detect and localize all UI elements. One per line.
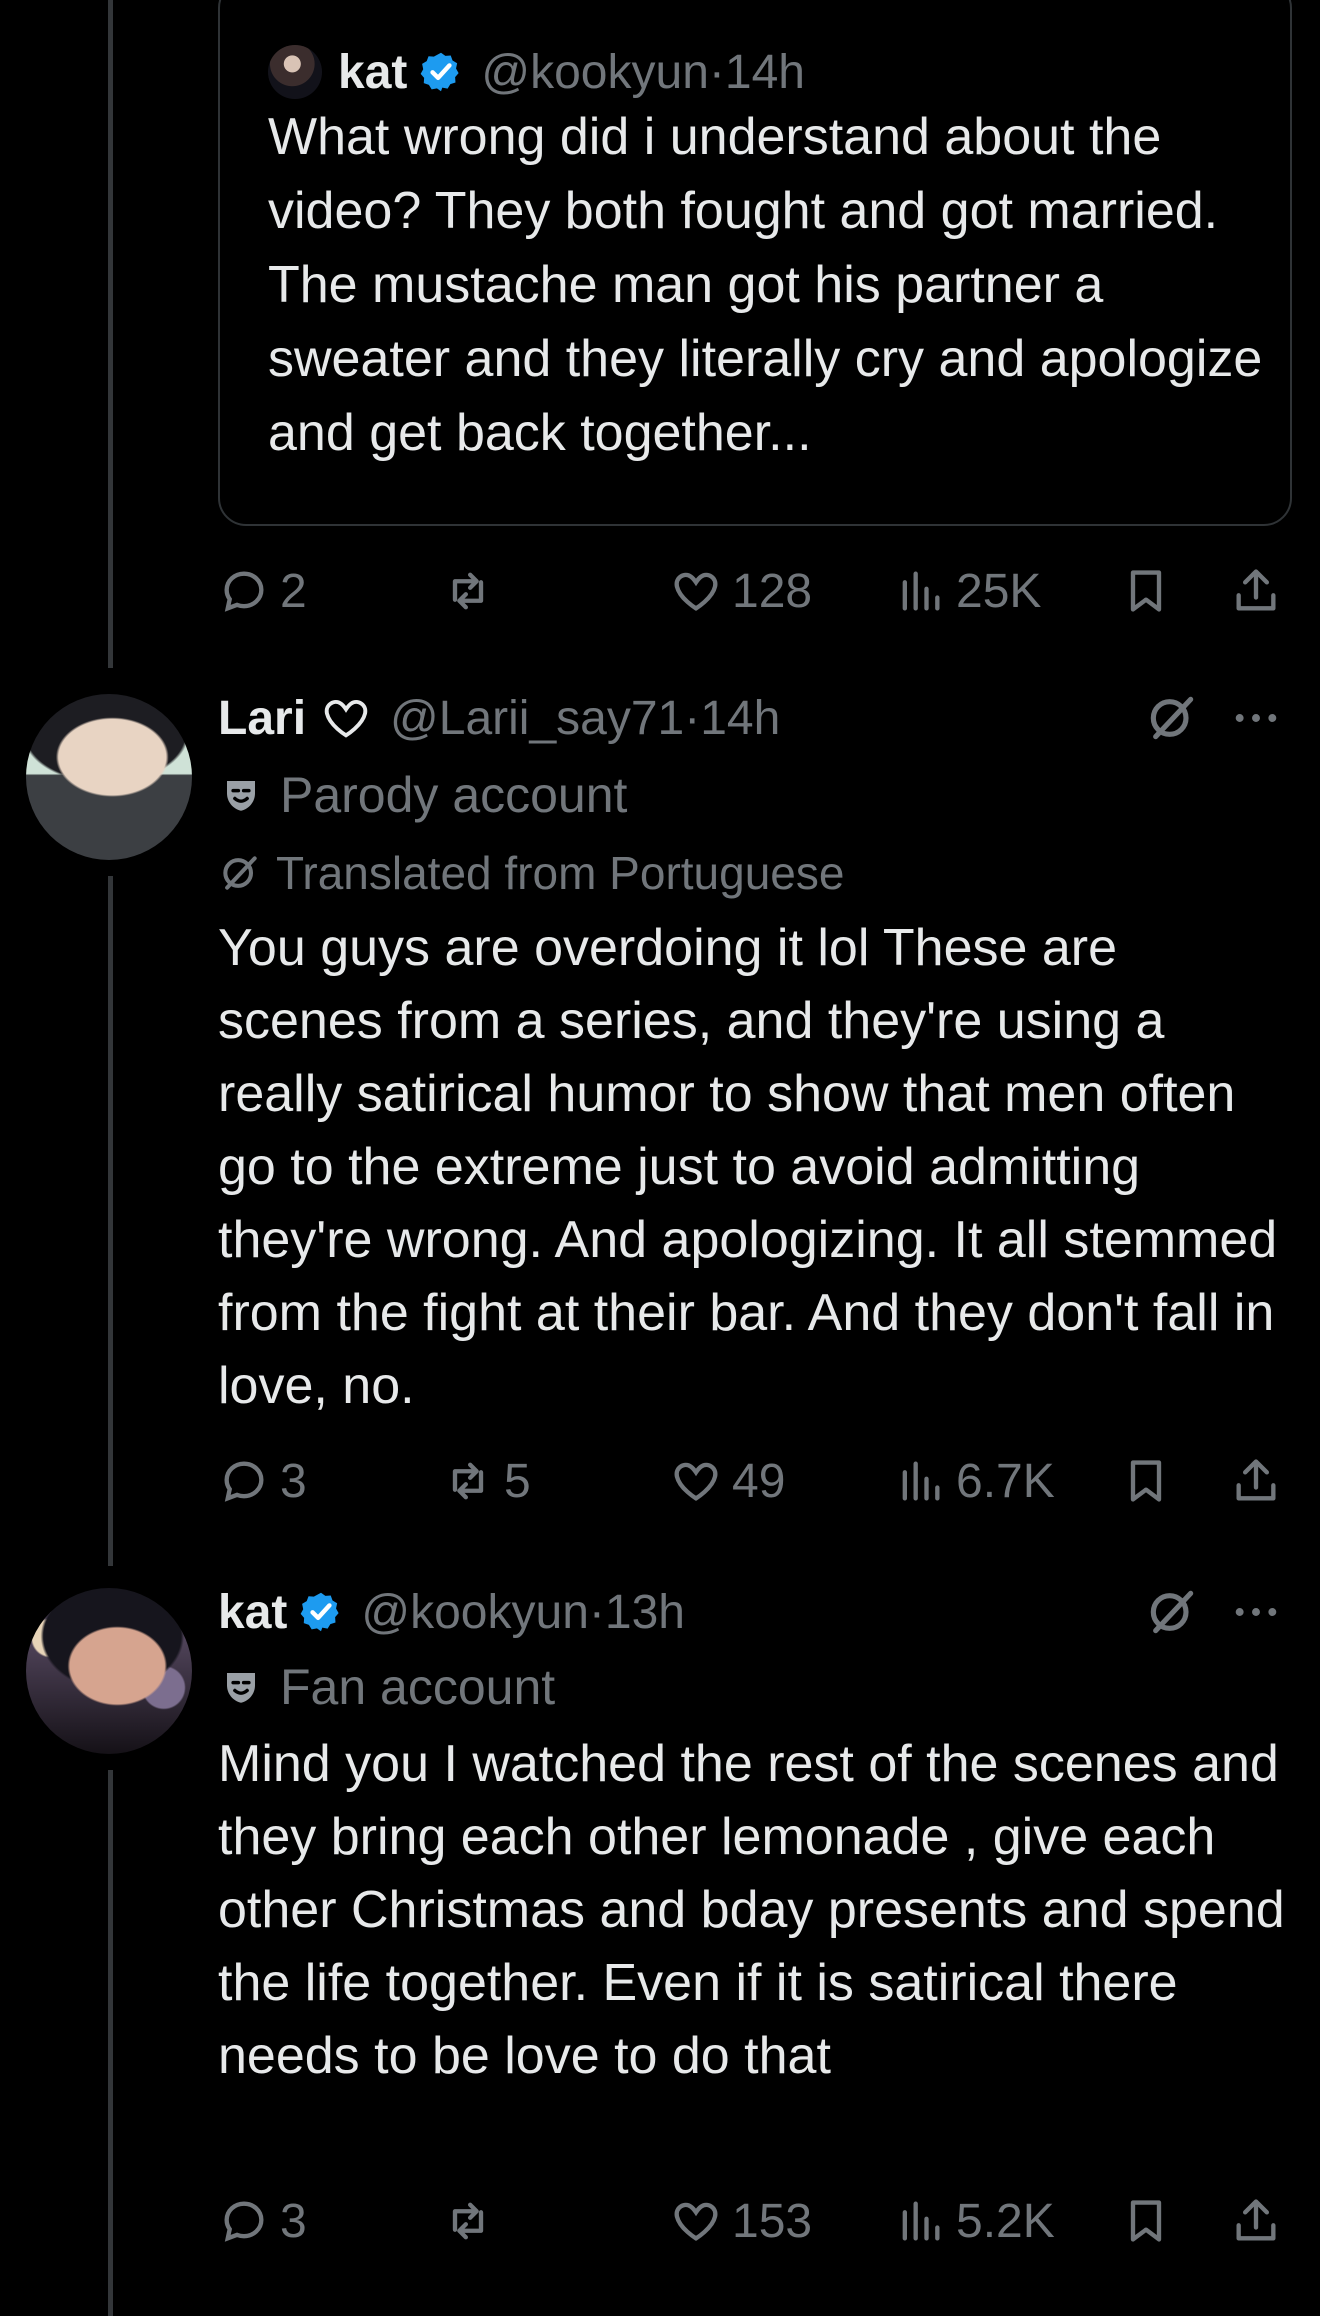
repost-button[interactable]	[442, 2186, 494, 2256]
fan-account-label: Fan account	[280, 1659, 556, 1715]
mask-icon	[227, 781, 255, 811]
quoted-post-separator: ·	[708, 45, 725, 99]
views-icon	[902, 571, 940, 611]
reply-2-actions: 3 153 5.2K	[218, 2186, 1292, 2256]
reply-1-time[interactable]: 14h	[700, 691, 780, 746]
quoted-author-avatar[interactable]	[268, 45, 322, 99]
reply-button[interactable]: 3	[218, 2186, 307, 2256]
share-icon	[1236, 569, 1276, 611]
reply-2-account-label: Fan account	[220, 1656, 555, 1718]
share-icon	[1236, 1459, 1276, 1501]
quoted-post-time[interactable]: 14h	[725, 45, 805, 100]
thread-line-top	[108, 0, 113, 668]
reply-button[interactable]: 3	[218, 1446, 307, 1516]
repost-icon	[452, 1462, 484, 1500]
like-count: 49	[732, 1454, 786, 1508]
more-icon[interactable]	[1228, 1584, 1284, 1640]
reply-1-account-label: Parody account	[220, 764, 627, 826]
mask-icon	[227, 1673, 255, 1703]
reply-count: 3	[280, 2194, 307, 2248]
quoted-post-card[interactable]: kat @kookyun · 14h What wrong did i unde…	[218, 0, 1292, 526]
like-count: 153	[732, 2194, 813, 2248]
reply-1-header: Lari @Larii_say71 · 14h	[218, 686, 780, 750]
repost-icon	[452, 572, 484, 610]
more-icon[interactable]	[1228, 690, 1284, 746]
thread-line-bottom	[108, 1770, 113, 2316]
reply-1-author-name[interactable]: Lari	[218, 691, 306, 746]
reply-1-translation-note[interactable]: Translated from Portuguese	[218, 842, 844, 904]
verified-badge-icon	[421, 52, 459, 92]
share-button[interactable]	[1230, 556, 1282, 626]
avatar-kat[interactable]	[26, 1588, 192, 1754]
like-icon	[674, 1462, 718, 1501]
bookmark-button[interactable]	[1120, 1446, 1172, 1516]
reply-count: 3	[280, 1454, 307, 1508]
quoted-post-actions: 2 128 25K	[218, 556, 1292, 626]
reply-icon	[224, 2201, 264, 2242]
quoted-author-handle[interactable]: @kookyun	[481, 45, 709, 100]
reply-icon	[224, 571, 264, 612]
reply-2-time[interactable]: 13h	[605, 1585, 685, 1640]
bookmark-icon	[1130, 1460, 1162, 1502]
avatar-lari[interactable]	[26, 694, 192, 860]
quoted-post-text: What wrong did i understand about the vi…	[268, 108, 1263, 462]
views-button[interactable]: 6.7K	[894, 1446, 1055, 1516]
bookmark-button[interactable]	[1120, 2186, 1172, 2256]
reply-icon	[224, 1461, 264, 1502]
reply-2-text: Mind you I watched the rest of the scene…	[218, 1735, 1285, 2085]
reply-2-header: kat @kookyun · 13h	[218, 1580, 685, 1644]
grok-icon[interactable]	[1144, 1584, 1200, 1640]
views-button[interactable]: 25K	[894, 556, 1041, 626]
views-icon	[902, 1461, 940, 1501]
reply-1-author-handle[interactable]: @Larii_say71	[390, 691, 684, 746]
like-button[interactable]: 49	[670, 1446, 785, 1516]
views-button[interactable]: 5.2K	[894, 2186, 1055, 2256]
like-button[interactable]: 128	[670, 556, 812, 626]
repost-icon	[452, 2202, 484, 2240]
parody-account-label: Parody account	[280, 767, 628, 823]
reply-2-author-handle[interactable]: @kookyun	[361, 1585, 589, 1640]
share-icon	[1236, 2199, 1276, 2241]
reply-1-separator: ·	[684, 691, 701, 745]
quoted-post-header: kat @kookyun · 14h	[268, 44, 805, 100]
verified-badge-icon	[301, 1592, 339, 1632]
heart-emoji-icon	[324, 700, 368, 738]
translated-label: Translated from Portuguese	[276, 847, 845, 899]
reply-1-actions: 3 5 49 6.7K	[218, 1446, 1292, 1516]
reply-1-top-actions	[1144, 690, 1284, 746]
bookmark-icon	[1130, 2200, 1162, 2242]
views-count: 6.7K	[956, 1454, 1055, 1508]
like-icon	[674, 572, 718, 611]
reply-count: 2	[280, 564, 307, 618]
repost-button[interactable]: 5	[442, 1446, 531, 1516]
repost-button[interactable]	[442, 556, 494, 626]
reply-2-author-name[interactable]: kat	[218, 1585, 287, 1640]
grok-icon[interactable]	[1144, 690, 1200, 746]
like-button[interactable]: 153	[670, 2186, 812, 2256]
quoted-author-name[interactable]: kat	[338, 45, 407, 100]
share-button[interactable]	[1230, 1446, 1282, 1516]
translate-icon	[223, 856, 257, 890]
repost-count: 5	[504, 1454, 531, 1508]
reply-2-separator: ·	[588, 1585, 605, 1639]
reply-2-top-actions	[1144, 1584, 1284, 1640]
thread-line-middle	[108, 876, 113, 1566]
share-button[interactable]	[1230, 2186, 1282, 2256]
views-count: 5.2K	[956, 2194, 1055, 2248]
bookmark-button[interactable]	[1120, 556, 1172, 626]
reply-1-text: You guys are overdoing it lol These are …	[218, 919, 1278, 1415]
views-icon	[902, 2201, 940, 2241]
reply-button[interactable]: 2	[218, 556, 307, 626]
like-icon	[674, 2202, 718, 2241]
views-count: 25K	[956, 564, 1042, 618]
like-count: 128	[732, 564, 813, 618]
bookmark-icon	[1130, 570, 1162, 612]
